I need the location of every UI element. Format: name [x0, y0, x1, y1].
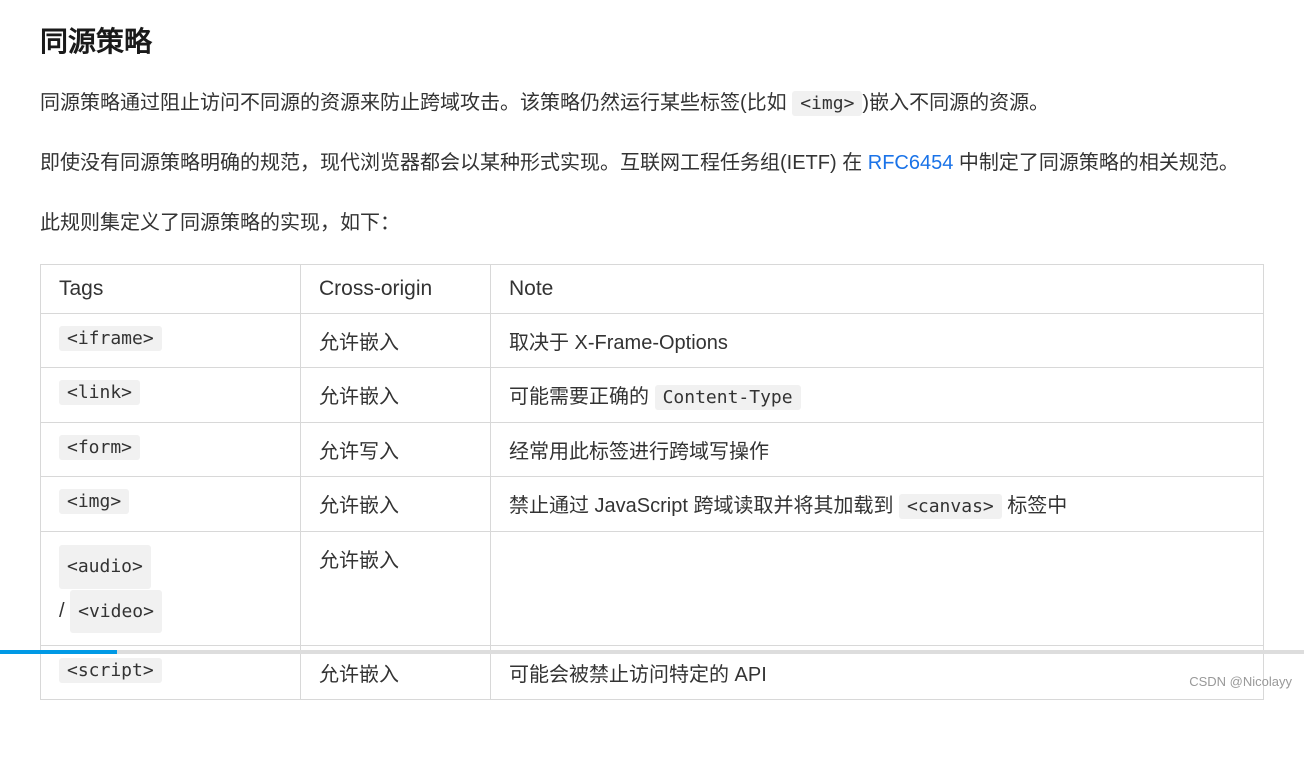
tag-code: <img> [59, 489, 129, 514]
note-cell [491, 532, 1264, 646]
note-cell: 可能需要正确的 Content-Type [491, 368, 1264, 423]
note-text-b: 标签中 [1002, 495, 1068, 517]
table-header-row: Tags Cross-origin Note [41, 265, 1264, 314]
cross-cell: 允许写入 [301, 423, 491, 477]
watermark-text: CSDN @Nicolayy [1189, 674, 1292, 689]
note-cell: 经常用此标签进行跨域写操作 [491, 423, 1264, 477]
video-progress-fill [0, 650, 117, 654]
para1-text-a: 同源策略通过阻止访问不同源的资源来防止跨域攻击。该策略仍然运行某些标签(比如 [40, 92, 792, 114]
table-row: <form> 允许写入 经常用此标签进行跨域写操作 [41, 423, 1264, 477]
tag-sep: / [59, 600, 70, 622]
note-cell: 取决于 X-Frame-Options [491, 314, 1264, 368]
tag-code: <video> [70, 590, 162, 634]
para2-text-b: 中制定了同源策略的相关规范。 [953, 152, 1239, 174]
para2-text-a: 即使没有同源策略明确的规范，现代浏览器都会以某种形式实现。互联网工程任务组(IE… [40, 152, 868, 174]
table-row: <img> 允许嵌入 禁止通过 JavaScript 跨域读取并将其加载到 <c… [41, 477, 1264, 532]
note-code: Content-Type [655, 385, 801, 410]
table-row: <audio> / <video> 允许嵌入 [41, 532, 1264, 646]
cross-cell: 允许嵌入 [301, 314, 491, 368]
table-row: <link> 允许嵌入 可能需要正确的 Content-Type [41, 368, 1264, 423]
tag-code: <form> [59, 435, 140, 460]
rfc-link[interactable]: RFC6454 [868, 152, 954, 174]
article-content: 同源策略 同源策略通过阻止访问不同源的资源来防止跨域攻击。该策略仍然运行某些标签… [0, 0, 1304, 700]
note-text: 可能需要正确的 [509, 386, 655, 408]
th-note: Note [491, 265, 1264, 314]
th-tags: Tags [41, 265, 301, 314]
tag-code: <script> [59, 658, 162, 683]
note-cell: 禁止通过 JavaScript 跨域读取并将其加载到 <canvas> 标签中 [491, 477, 1264, 532]
sop-table: Tags Cross-origin Note <iframe> 允许嵌入 取决于… [40, 264, 1264, 700]
tag-code: <link> [59, 380, 140, 405]
note-text: 禁止通过 JavaScript 跨域读取并将其加载到 [509, 495, 899, 517]
note-code: <canvas> [899, 494, 1002, 519]
cross-cell: 允许嵌入 [301, 368, 491, 423]
paragraph-3: 此规则集定义了同源策略的实现，如下： [40, 204, 1264, 242]
paragraph-2: 即使没有同源策略明确的规范，现代浏览器都会以某种形式实现。互联网工程任务组(IE… [40, 144, 1264, 182]
table-row: <iframe> 允许嵌入 取决于 X-Frame-Options [41, 314, 1264, 368]
tag-code: <iframe> [59, 326, 162, 351]
th-cross: Cross-origin [301, 265, 491, 314]
tag-code: <audio> [59, 545, 151, 589]
note-text: 可能会被禁止访问特定的 API [509, 664, 767, 686]
para1-text-b: )嵌入不同源的资源。 [862, 92, 1049, 114]
section-heading: 同源策略 [40, 20, 1264, 60]
cross-cell: 允许嵌入 [301, 477, 491, 532]
note-text: 经常用此标签进行跨域写操作 [509, 441, 769, 463]
para1-code-img: <img> [792, 91, 862, 116]
note-text: 取决于 X-Frame-Options [509, 332, 728, 354]
cross-cell: 允许嵌入 [301, 532, 491, 646]
paragraph-1: 同源策略通过阻止访问不同源的资源来防止跨域攻击。该策略仍然运行某些标签(比如 <… [40, 84, 1264, 122]
video-progress-bar[interactable] [0, 650, 1304, 654]
